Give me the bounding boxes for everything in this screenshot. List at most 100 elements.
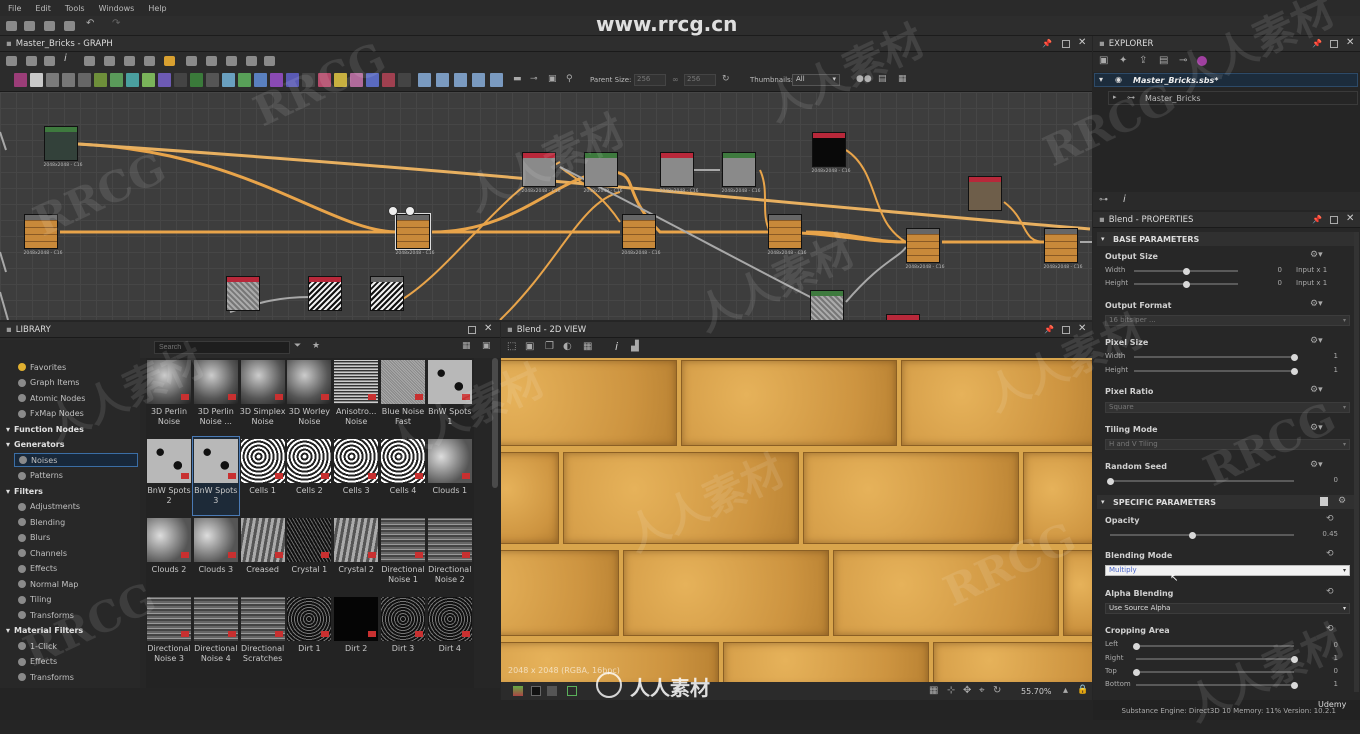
- graph-node-gradient-map[interactable]: 2048x2048 - C16: [44, 126, 82, 168]
- atomic-node-chip[interactable]: [382, 73, 395, 87]
- library-thumbnail[interactable]: BnW Spots 2: [146, 437, 192, 515]
- texture-preview[interactable]: [501, 358, 1092, 682]
- library-thumbnail[interactable]: 3D Worley Noise: [286, 358, 332, 436]
- graph-node-gradient[interactable]: 2048x2048 - C16: [584, 152, 622, 194]
- library-tree-item[interactable]: Transforms: [18, 670, 74, 684]
- library-thumbnail[interactable]: Clouds 1: [427, 437, 473, 515]
- graph-node-blend-selected[interactable]: 2048x2048 - C16: [395, 213, 434, 256]
- pixel-width-value[interactable]: 1: [1314, 352, 1338, 360]
- open-icon[interactable]: [44, 21, 55, 31]
- random-seed-value[interactable]: 0: [1314, 476, 1338, 484]
- library-thumbnail[interactable]: Cells 4: [380, 437, 426, 515]
- atomic-node-chip[interactable]: [190, 73, 203, 87]
- frame-node-icon[interactable]: ▣: [548, 74, 557, 84]
- library-tree-item[interactable]: ▾ Material Filters: [6, 624, 83, 638]
- checker-icon[interactable]: ▦: [583, 341, 592, 352]
- library-thumbnail[interactable]: Creased: [240, 516, 286, 594]
- layers-icon[interactable]: [513, 686, 523, 696]
- plugin-icon[interactable]: [1197, 56, 1207, 66]
- publish-icon[interactable]: ⇪: [1139, 55, 1147, 66]
- library-thumbnail[interactable]: Clouds 3: [193, 516, 239, 594]
- library-thumbnail[interactable]: Directional Noise 3: [146, 595, 192, 673]
- graph-node-blend[interactable]: 2048x2048 - C16: [1044, 228, 1082, 270]
- atomic-node-chip[interactable]: [14, 73, 27, 87]
- library-thumbnail[interactable]: Crystal 1: [286, 516, 332, 594]
- close-icon[interactable]: ✕: [484, 323, 492, 334]
- grid-view-icon[interactable]: ▦: [462, 341, 471, 351]
- function-icon[interactable]: ⚙▾: [1310, 299, 1323, 309]
- align-icon[interactable]: [104, 56, 115, 66]
- atomic-node-chip[interactable]: [418, 73, 431, 87]
- library-tree-item[interactable]: ▾ Function Nodes: [6, 422, 84, 436]
- library-thumbnail[interactable]: Directional Noise 1: [380, 516, 426, 594]
- library-thumbnail[interactable]: 3D Simplex Noise: [240, 358, 286, 436]
- info-icon[interactable]: i: [1123, 194, 1126, 205]
- frame-icon[interactable]: [6, 56, 17, 66]
- library-search-input[interactable]: [154, 341, 290, 354]
- library-thumbnail[interactable]: Dirt 4: [427, 595, 473, 673]
- graph-node-gradient[interactable]: 2048x2048 - C16: [722, 152, 760, 194]
- save-preset-icon[interactable]: [1320, 497, 1328, 506]
- copy-icon[interactable]: ❐: [545, 341, 554, 352]
- list-view-icon[interactable]: ▣: [482, 341, 491, 351]
- output-height-slider[interactable]: [1134, 280, 1238, 288]
- library-tree-item[interactable]: Effects: [18, 562, 57, 576]
- library-thumbnail[interactable]: Directional Noise 2: [427, 516, 473, 594]
- atomic-node-chip[interactable]: [454, 73, 467, 87]
- library-tree-item[interactable]: Blurs: [18, 531, 50, 545]
- close-icon[interactable]: ✕: [1346, 37, 1354, 48]
- slider-handle[interactable]: [1132, 642, 1140, 650]
- graph-node-blend[interactable]: 2048x2048 - C16: [768, 214, 806, 256]
- maximize-icon[interactable]: [1062, 326, 1070, 334]
- new-icon[interactable]: [6, 21, 17, 31]
- tile-icon[interactable]: ⊹: [947, 685, 955, 696]
- reset-view-icon[interactable]: ↻: [993, 685, 1001, 696]
- parent-size-height-dropdown[interactable]: 256: [684, 74, 716, 86]
- reset-icon[interactable]: ⟲: [1326, 587, 1334, 597]
- maximize-icon[interactable]: [1330, 216, 1338, 224]
- pin-icon[interactable]: 📌: [1044, 325, 1054, 334]
- library-tree-item[interactable]: Noises: [14, 453, 138, 467]
- slider-handle[interactable]: [1290, 367, 1298, 375]
- properties-scrollbar[interactable]: [1354, 232, 1359, 692]
- library-tree-item[interactable]: Effects: [18, 655, 57, 669]
- atomic-node-chip[interactable]: [62, 73, 75, 87]
- function-icon[interactable]: ⚙▾: [1310, 336, 1323, 346]
- atomic-node-chip[interactable]: [286, 73, 299, 87]
- pin-node-icon[interactable]: ⊸: [530, 74, 538, 84]
- reset-icon[interactable]: ⟲: [1326, 549, 1334, 559]
- menu-tools[interactable]: Tools: [65, 4, 85, 13]
- new-graph-icon[interactable]: ✦: [1119, 55, 1127, 66]
- library-thumbnail[interactable]: 3D Perlin Noise ...: [193, 358, 239, 436]
- graph-canvas[interactable]: 2048x2048 - C16 2048x2048 - C16 2048x204…: [0, 92, 1092, 320]
- expand-arrow-icon[interactable]: ▾: [6, 487, 10, 496]
- folder-icon[interactable]: ▤: [1159, 55, 1168, 66]
- slider-handle[interactable]: [1290, 681, 1298, 689]
- graph-node-blend[interactable]: 2048x2048 - C16: [906, 228, 944, 270]
- save-icon[interactable]: ▣: [1099, 55, 1108, 66]
- function-icon[interactable]: ⚙▾: [1310, 423, 1323, 433]
- graph-node-noise[interactable]: [308, 276, 342, 311]
- reset-icon[interactable]: ⟲: [1326, 514, 1334, 524]
- atomic-node-chip[interactable]: [398, 73, 411, 87]
- library-thumbnail[interactable]: Cells 1: [240, 437, 286, 515]
- pin-icon[interactable]: 📌: [1312, 39, 1322, 48]
- zoom-level[interactable]: 55.70%: [1021, 687, 1052, 696]
- library-thumbnail[interactable]: BnW Spots 1: [427, 358, 473, 436]
- pixel-height-value[interactable]: 1: [1314, 366, 1338, 374]
- expand-arrow-icon[interactable]: ▾: [6, 626, 10, 635]
- library-thumbnail[interactable]: Directional Noise 4: [193, 595, 239, 673]
- tree-icon[interactable]: ⊶: [1099, 195, 1108, 205]
- link-icon[interactable]: ∞: [672, 75, 679, 84]
- library-tree-item[interactable]: Atomic Nodes: [18, 391, 85, 405]
- graph-node-blend[interactable]: 2048x2048 - C16: [622, 214, 660, 256]
- atomic-node-chip[interactable]: [436, 73, 449, 87]
- library-thumbnail[interactable]: Dirt 2: [333, 595, 379, 673]
- library-tree-item[interactable]: Graph Items: [18, 376, 79, 390]
- save-icon[interactable]: [64, 21, 75, 31]
- tools-icon[interactable]: [226, 56, 237, 66]
- black-bg-icon[interactable]: [531, 686, 541, 696]
- tiling-mode-dropdown[interactable]: H and V Tiling ▾: [1105, 439, 1350, 450]
- random-seed-slider[interactable]: [1106, 477, 1294, 485]
- maximize-icon[interactable]: [468, 326, 476, 334]
